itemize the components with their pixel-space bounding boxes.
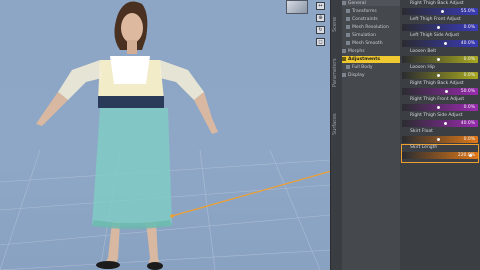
tree-item-label: Adjustments	[348, 57, 381, 62]
slider-value[interactable]: 40.0%	[461, 40, 475, 47]
property-slider[interactable]: Skirt Length 220.0%	[401, 144, 479, 163]
slider-bar[interactable]: 50.0%	[402, 88, 478, 95]
slider-value[interactable]: 0.0%	[464, 136, 475, 143]
property-label: Left Thigh Side Adjust	[410, 33, 460, 38]
slider-value[interactable]: 0.0%	[464, 104, 475, 111]
slider-handle[interactable]	[445, 90, 449, 93]
slider-value[interactable]: 220.0%	[458, 152, 475, 159]
property-slider[interactable]: Loosen Hip 0.0%	[402, 65, 478, 82]
slider-handle[interactable]	[440, 10, 444, 13]
tree-item-constraints[interactable]: Constraints	[346, 16, 404, 23]
group-icon	[346, 8, 350, 13]
tree-item-mesh-smooth[interactable]: Mesh Smooth	[346, 40, 404, 47]
property-slider[interactable]: Skirt Float 0.0%	[402, 129, 478, 146]
group-icon	[346, 16, 350, 21]
tree-item-label: Display	[348, 73, 365, 78]
group-icon	[346, 24, 350, 29]
tree-item-label: Full Body	[352, 65, 373, 70]
orbit-icon[interactable]: ↻	[316, 26, 325, 34]
view-cube[interactable]	[286, 0, 308, 14]
slider-bar[interactable]: 55.0%	[402, 8, 478, 15]
property-slider[interactable]: Right Thigh Back Adjust 55.0%	[402, 1, 478, 18]
group-icon	[346, 32, 350, 37]
tree-item-full-body[interactable]: Full Body	[346, 64, 404, 71]
tree-item-general[interactable]: General	[342, 0, 400, 7]
slider-handle[interactable]	[444, 42, 447, 45]
tab-parameters[interactable]: Parameters	[332, 48, 342, 98]
property-label: Right Thigh Side Adjust	[410, 113, 463, 118]
slider-bar[interactable]: 0.0%	[402, 56, 478, 63]
tree-item-label: Mesh Resolution	[352, 25, 389, 30]
slider-handle[interactable]	[444, 122, 447, 125]
group-icon	[342, 48, 346, 53]
tree-item-label: Transforms	[352, 9, 377, 14]
slider-handle[interactable]	[437, 74, 440, 77]
tree-item-label: General	[348, 1, 366, 6]
group-icon	[342, 72, 346, 77]
property-groups-tree: General Transforms Constraints Mesh Reso…	[342, 0, 400, 270]
property-label: Right Thigh Back Adjust	[410, 1, 464, 6]
tree-item-simulation[interactable]: Simulation	[346, 32, 404, 39]
slider-bar[interactable]: 0.0%	[402, 72, 478, 79]
property-label: Right Thigh Front Adjust	[410, 97, 465, 102]
tree-item-morphs[interactable]: Morphs	[342, 48, 400, 55]
tab-surfaces[interactable]: Surfaces	[332, 102, 342, 146]
property-slider[interactable]: Loosen Belt 0.0%	[402, 49, 478, 66]
tab-scene[interactable]: Scene	[332, 4, 342, 44]
property-label: Loosen Hip	[410, 65, 435, 70]
zoom-icon[interactable]: ⊕	[316, 14, 325, 22]
property-slider[interactable]: Right Thigh Side Adjust 40.0%	[402, 113, 478, 130]
floor-grid	[0, 1, 330, 270]
slider-bar[interactable]: 0.0%	[402, 24, 478, 31]
slider-value[interactable]: 40.0%	[461, 120, 475, 127]
tree-item-label: Morphs	[348, 49, 365, 54]
3d-viewport[interactable]: ↔ ⊕ ↻ ◻	[0, 0, 330, 270]
tree-item-label: Mesh Smooth	[352, 41, 383, 46]
slider-value[interactable]: 0.0%	[464, 72, 475, 79]
property-label: Skirt Length	[410, 145, 438, 150]
property-slider[interactable]: Right Thigh Front Adjust 0.0%	[402, 97, 478, 114]
figure	[36, 1, 218, 270]
slider-bar[interactable]: 220.0%	[402, 152, 478, 159]
group-icon	[342, 56, 346, 61]
pan-icon[interactable]: ↔	[316, 2, 325, 10]
tree-item-adjustments[interactable]: Adjustments	[342, 56, 400, 63]
slider-handle[interactable]	[437, 106, 440, 109]
slider-handle[interactable]	[437, 58, 440, 61]
viewport-tools: ↔ ⊕ ↻ ◻	[316, 2, 325, 50]
tree-item-label: Simulation	[352, 33, 376, 38]
group-icon	[342, 0, 346, 5]
frame-icon[interactable]: ◻	[316, 38, 325, 46]
group-icon	[346, 64, 350, 69]
tree-item-transforms[interactable]: Transforms	[346, 8, 404, 15]
slider-bar[interactable]: 0.0%	[402, 136, 478, 143]
group-icon	[346, 40, 350, 45]
slider-value[interactable]: 50.0%	[461, 88, 475, 95]
property-label: Left Thigh Front Adjust	[410, 17, 461, 22]
slider-bar[interactable]: 40.0%	[402, 120, 478, 127]
property-slider[interactable]: Right Thigh Back Adjust 50.0%	[402, 81, 478, 98]
property-slider[interactable]: Left Thigh Front Adjust 0.0%	[402, 17, 478, 34]
slider-value[interactable]: 55.0%	[461, 8, 475, 15]
property-label: Skirt Float	[410, 129, 433, 134]
slider-bar[interactable]: 0.0%	[402, 104, 478, 111]
property-label: Right Thigh Back Adjust	[410, 81, 464, 86]
tree-item-mesh-resolution[interactable]: Mesh Resolution	[346, 24, 404, 31]
property-label: Loosen Belt	[410, 49, 437, 54]
slider-bar[interactable]: 40.0%	[402, 40, 478, 47]
slider-handle[interactable]	[437, 26, 440, 29]
tree-item-display[interactable]: Display	[342, 72, 400, 79]
tree-item-label: Constraints	[352, 17, 378, 22]
slider-value[interactable]: 0.0%	[464, 56, 475, 63]
property-sliders-panel: Right Thigh Back Adjust 55.0% Left Thigh F…	[400, 0, 480, 270]
slider-value[interactable]: 0.0%	[464, 24, 475, 31]
property-slider[interactable]: Left Thigh Side Adjust 40.0%	[402, 33, 478, 50]
slider-handle[interactable]	[437, 138, 440, 141]
